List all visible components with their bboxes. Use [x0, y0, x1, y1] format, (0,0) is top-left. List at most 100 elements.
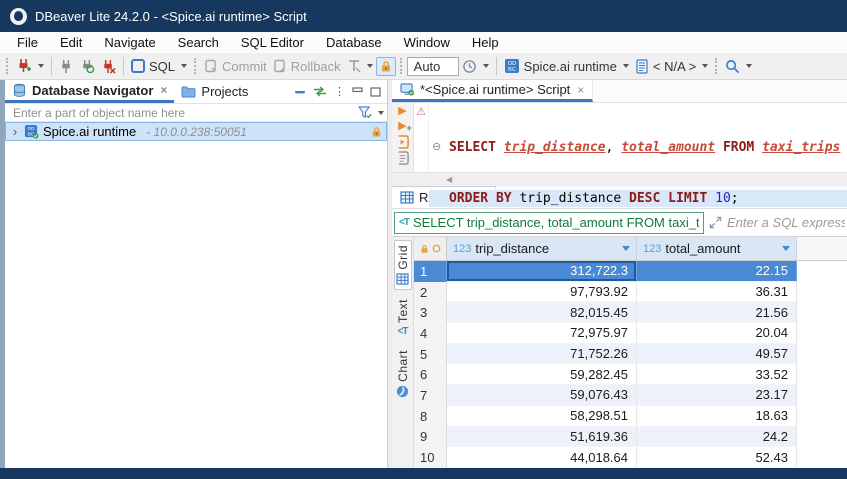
- cell-trip-distance[interactable]: 82,015.45: [447, 302, 637, 323]
- table-row[interactable]: 297,793.9236.31: [414, 282, 847, 303]
- transaction-history-caret[interactable]: [483, 64, 489, 68]
- script-icon[interactable]: [396, 151, 409, 165]
- cell-trip-distance[interactable]: 72,975.97: [447, 323, 637, 344]
- tab-sql-script[interactable]: *<Spice.ai runtime> Script ×: [392, 80, 593, 102]
- execute-script-icon[interactable]: [396, 135, 409, 149]
- link-with-editor-icon[interactable]: [313, 86, 327, 97]
- new-connection-caret[interactable]: [38, 64, 44, 68]
- connection-lock-indicator[interactable]: [376, 57, 396, 76]
- transaction-log-button[interactable]: [344, 57, 364, 75]
- menu-navigate[interactable]: Navigate: [93, 32, 166, 53]
- reconnect-button[interactable]: [77, 57, 98, 76]
- collapse-all-icon[interactable]: [294, 86, 306, 98]
- grid-corner-cell[interactable]: [414, 237, 447, 260]
- row-number[interactable]: 5: [414, 344, 447, 365]
- search-caret[interactable]: [746, 64, 752, 68]
- cell-trip-distance[interactable]: 58,298.51: [447, 406, 637, 427]
- maximize-view-icon[interactable]: [370, 87, 381, 97]
- cell-total-amount[interactable]: 23.17: [637, 385, 797, 406]
- cell-total-amount[interactable]: 33.52: [637, 364, 797, 385]
- execute-statement-button[interactable]: ▶: [398, 105, 406, 118]
- minimize-view-icon[interactable]: [352, 87, 363, 96]
- sql-editor-button[interactable]: SQL: [128, 57, 178, 76]
- expand-panel-icon[interactable]: [709, 216, 722, 229]
- active-connection-selector[interactable]: ODBC Spice.ai runtime: [501, 56, 620, 76]
- row-number[interactable]: 9: [414, 427, 447, 448]
- table-row[interactable]: 1312,722.322.15: [414, 261, 847, 282]
- menu-search[interactable]: Search: [167, 32, 230, 53]
- menu-window[interactable]: Window: [393, 32, 461, 53]
- column-header-total-amount[interactable]: 123 total_amount: [637, 237, 797, 260]
- scroll-left-icon[interactable]: ◀: [446, 175, 452, 184]
- active-schema-selector[interactable]: < N/A >: [632, 57, 699, 76]
- cell-total-amount[interactable]: 49.57: [637, 344, 797, 365]
- table-row[interactable]: 571,752.2649.57: [414, 344, 847, 365]
- object-filter-input[interactable]: [5, 106, 358, 120]
- menu-file[interactable]: File: [6, 32, 49, 53]
- tree-row-connection[interactable]: › ODBC Spice.ai runtime - 10.0.0.238:500…: [5, 122, 387, 141]
- row-number[interactable]: 1: [414, 261, 447, 282]
- row-number[interactable]: 6: [414, 364, 447, 385]
- tab-grid[interactable]: Grid: [394, 240, 412, 290]
- table-row[interactable]: 382,015.4521.56: [414, 302, 847, 323]
- table-row[interactable]: 1044,018.6452.43: [414, 447, 847, 468]
- table-row[interactable]: 951,619.3624.2: [414, 427, 847, 448]
- sort-desc-icon[interactable]: [622, 246, 630, 251]
- expand-chevron-icon[interactable]: ›: [10, 124, 20, 139]
- expression-filter-placeholder[interactable]: Enter a SQL expression to: [727, 215, 845, 230]
- view-menu-icon[interactable]: ⋮: [334, 85, 345, 98]
- cell-total-amount[interactable]: 20.04: [637, 323, 797, 344]
- sql-editor-caret[interactable]: [181, 64, 187, 68]
- cell-trip-distance[interactable]: 59,282.45: [447, 364, 637, 385]
- sql-code-area[interactable]: ⊖SELECT trip_distance, total_amount FROM…: [429, 103, 847, 172]
- cell-trip-distance[interactable]: 71,752.26: [447, 344, 637, 365]
- filter-funnel-icon[interactable]: [358, 106, 373, 119]
- commit-button[interactable]: Commit: [201, 57, 270, 76]
- cell-trip-distance[interactable]: 44,018.64: [447, 447, 637, 468]
- connect-button[interactable]: [56, 57, 77, 76]
- search-button[interactable]: [722, 57, 743, 76]
- table-row[interactable]: 659,282.4533.52: [414, 364, 847, 385]
- row-number[interactable]: 3: [414, 302, 447, 323]
- fold-collapse-icon[interactable]: ⊖: [432, 139, 441, 156]
- row-number[interactable]: 2: [414, 282, 447, 303]
- filter-caret[interactable]: [378, 111, 384, 115]
- editor-horizontal-scrollbar[interactable]: ◀: [392, 172, 847, 186]
- tab-projects[interactable]: Projects: [174, 80, 255, 103]
- sort-desc-icon[interactable]: [782, 246, 790, 251]
- menu-database[interactable]: Database: [315, 32, 393, 53]
- rollback-button[interactable]: Rollback: [270, 57, 344, 76]
- close-icon[interactable]: ×: [577, 83, 584, 97]
- row-number[interactable]: 7: [414, 385, 447, 406]
- cell-total-amount[interactable]: 21.56: [637, 302, 797, 323]
- cell-total-amount[interactable]: 52.43: [637, 447, 797, 468]
- cell-total-amount[interactable]: 22.15: [637, 261, 797, 282]
- tab-database-navigator[interactable]: Database Navigator ×: [5, 80, 174, 103]
- close-icon[interactable]: ×: [160, 83, 167, 97]
- tab-text[interactable]: Text <T: [395, 295, 411, 341]
- execute-new-tab-button[interactable]: ▶+: [398, 120, 406, 133]
- transaction-caret[interactable]: [367, 64, 373, 68]
- cell-trip-distance[interactable]: 59,076.43: [447, 385, 637, 406]
- row-number[interactable]: 4: [414, 323, 447, 344]
- cell-trip-distance[interactable]: 51,619.36: [447, 427, 637, 448]
- active-connection-caret[interactable]: [623, 64, 629, 68]
- table-row[interactable]: 472,975.9720.04: [414, 323, 847, 344]
- cell-trip-distance[interactable]: 312,722.3: [447, 261, 637, 282]
- table-row[interactable]: 759,076.4323.17: [414, 385, 847, 406]
- cell-total-amount[interactable]: 24.2: [637, 427, 797, 448]
- transaction-history-button[interactable]: [459, 57, 480, 76]
- table-row[interactable]: 858,298.5118.63: [414, 406, 847, 427]
- row-number[interactable]: 10: [414, 447, 447, 468]
- cell-trip-distance[interactable]: 97,793.92: [447, 282, 637, 303]
- cell-total-amount[interactable]: 36.31: [637, 282, 797, 303]
- disconnect-button[interactable]: [98, 57, 119, 76]
- menu-help[interactable]: Help: [461, 32, 510, 53]
- query-text-box[interactable]: <T SELECT trip_distance, total_amount FR…: [394, 212, 704, 234]
- commit-mode-combo[interactable]: Auto: [407, 57, 459, 76]
- column-header-trip-distance[interactable]: 123 trip_distance: [447, 237, 637, 260]
- cell-total-amount[interactable]: 18.63: [637, 406, 797, 427]
- menu-sql-editor[interactable]: SQL Editor: [230, 32, 315, 53]
- menu-edit[interactable]: Edit: [49, 32, 93, 53]
- row-number[interactable]: 8: [414, 406, 447, 427]
